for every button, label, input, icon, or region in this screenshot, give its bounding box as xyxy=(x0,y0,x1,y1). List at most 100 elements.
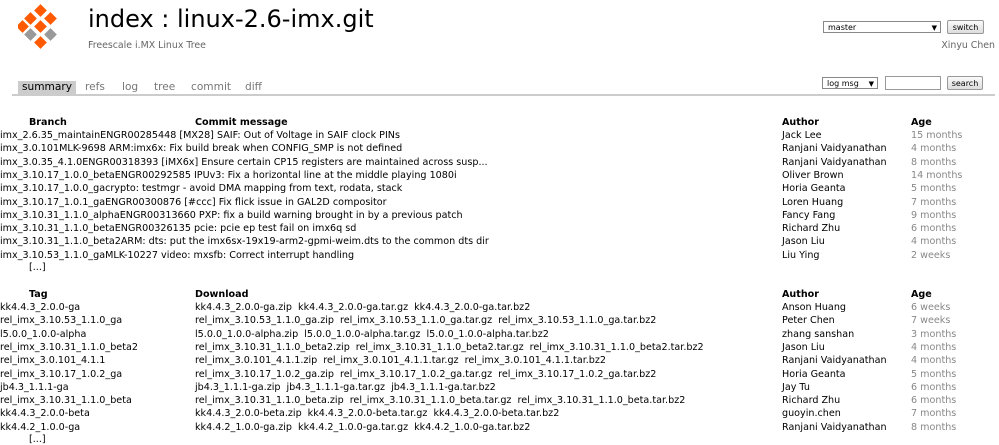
download-link[interactable]: jb4.3_1.1.1-ga.tar.bz2 xyxy=(391,382,496,393)
switch-button[interactable]: switch xyxy=(947,20,984,34)
tag-link[interactable]: rel_imx_3.10.17_1.0.2_ga xyxy=(0,369,122,380)
download-link[interactable]: rel_imx_3.0.101_4.1.1.tar.gz xyxy=(323,355,458,366)
commit-message-link[interactable]: ENGR00326135 pcie: pcie ep test fail on … xyxy=(115,223,357,234)
branch-link[interactable]: imx_3.0.35_4.1.0 xyxy=(0,157,82,168)
download-link[interactable]: kk4.4.3_2.0.0-beta.tar.bz2 xyxy=(433,408,559,419)
download-link[interactable]: rel_imx_3.10.17_1.0.2_ga.tar.bz2 xyxy=(498,369,656,380)
author-name: Oliver Brown xyxy=(782,169,844,181)
tag-link[interactable]: kk4.4.3_2.0.0-beta xyxy=(0,408,90,419)
branch-select[interactable]: master ▼ xyxy=(823,21,941,33)
search-input[interactable] xyxy=(885,76,941,90)
download-links: l5.0.0_1.0.0-alpha.zip l5.0.0_1.0.0-alpha… xyxy=(195,328,555,341)
table-row: imx_3.10.31_1.1.0_beta2ARM: dts: put the… xyxy=(0,235,999,248)
download-link[interactable]: kk4.4.3_2.0.0-beta.zip xyxy=(195,408,302,419)
download-link[interactable]: rel_imx_3.10.31_1.1.0_beta.tar.bz2 xyxy=(517,395,685,406)
download-link[interactable]: rel_imx_3.0.101_4.1.1.zip xyxy=(195,355,317,366)
branch-table-header: Branch Commit message Author Age xyxy=(0,116,999,129)
tag-link[interactable]: rel_imx_3.10.53_1.1.0_ga xyxy=(0,315,122,326)
table-row: rel_imx_3.0.101_4.1.1 rel_imx_3.0.101_4.1… xyxy=(0,354,999,367)
tab-refs[interactable]: refs xyxy=(81,81,109,94)
download-link[interactable]: l5.0.0_1.0.0-alpha.zip xyxy=(195,329,298,340)
download-link[interactable]: kk4.4.3_2.0.0-ga.zip xyxy=(195,302,292,313)
commit-message-link[interactable]: MLK-9698 ARM:imx6x: Fix build break when… xyxy=(59,143,402,154)
branches-more-link[interactable]: [...] xyxy=(29,262,46,273)
tab-tree[interactable]: tree xyxy=(150,81,179,94)
download-link[interactable]: rel_imx_3.10.31_1.1.0_beta.zip xyxy=(195,395,344,406)
tag-link[interactable]: kk4.4.3_2.0.0-ga xyxy=(0,302,80,313)
download-link[interactable]: rel_imx_3.10.17_1.0.2_ga.zip xyxy=(195,369,334,380)
download-link[interactable]: kk4.4.2_1.0.0-ga.tar.gz xyxy=(298,422,408,433)
download-link[interactable]: rel_imx_3.10.31_1.1.0_beta2.zip xyxy=(195,342,350,353)
download-link[interactable]: l5.0.0_1.0.0-alpha.tar.gz xyxy=(304,329,420,340)
search-mode-select[interactable]: log msg ▼ xyxy=(822,77,878,89)
download-link[interactable]: kk4.4.2_1.0.0-ga.zip xyxy=(195,422,292,433)
age-value: 9 months xyxy=(911,209,957,221)
tag-link[interactable]: jb4.3_1.1.1-ga xyxy=(0,382,69,393)
tag-link[interactable]: l5.0.0_1.0.0-alpha xyxy=(0,329,86,340)
download-link[interactable]: rel_imx_3.10.31_1.1.0_beta.tar.gz xyxy=(350,395,512,406)
download-link[interactable]: rel_imx_3.10.53_1.1.0_ga.tar.bz2 xyxy=(498,315,656,326)
tab-diff[interactable]: diff xyxy=(241,81,266,94)
commit-message-link[interactable]: ARM: dts: put the imx6sx-19x19-arm2-gpmi… xyxy=(121,236,489,247)
branch-link[interactable]: imx_3.10.17_1.0.0_ga xyxy=(0,183,105,194)
branch-link[interactable]: imx_3.10.31_1.1.0_beta2 xyxy=(0,236,121,247)
branch-link[interactable]: imx_3.0.101 xyxy=(0,143,59,154)
table-row: kk4.4.3_2.0.0-ga kk4.4.3_2.0.0-ga.zip kk4.… xyxy=(0,301,999,314)
download-link[interactable]: kk4.4.3_2.0.0-ga.tar.gz xyxy=(298,302,408,313)
branch-link[interactable]: imx_3.10.17_1.0.0_beta xyxy=(0,170,115,181)
download-link[interactable]: jb4.3_1.1.1-ga.zip xyxy=(195,382,281,393)
branch-link[interactable]: imx_3.10.31_1.1.0_beta xyxy=(0,223,115,234)
download-link[interactable]: rel_imx_3.10.17_1.0.2_ga.tar.gz xyxy=(340,369,492,380)
author-name: Peter Chen xyxy=(782,315,835,327)
commit-message-link[interactable]: ENGR00313660 PXP: fix a build warning br… xyxy=(120,210,463,221)
branch-link[interactable]: imx_3.10.17_1.0.1_ga xyxy=(0,197,105,208)
table-row: imx_3.10.53_1.1.0_gaMLK-10227 video: mxs… xyxy=(0,249,999,262)
download-link[interactable]: rel_imx_3.10.53_1.1.0_ga.tar.gz xyxy=(340,315,492,326)
tag-link[interactable]: rel_imx_3.0.101_4.1.1 xyxy=(0,355,105,366)
commit-message-link[interactable]: ENGR00285448 [MX28] SAIF: Out of Voltage… xyxy=(100,130,400,141)
download-link[interactable]: rel_imx_3.0.101_4.1.1.tar.bz2 xyxy=(465,355,606,366)
branch-link[interactable]: imx_3.10.31_1.1.0_alpha xyxy=(0,210,120,221)
author-name: Ranjani Vaidyanathan xyxy=(782,421,887,433)
age-value: 4 months xyxy=(911,341,957,353)
table-row: jb4.3_1.1.1-ga jb4.3_1.1.1-ga.zip jb4.3_1.… xyxy=(0,381,999,394)
age-value: 7 months xyxy=(911,196,957,208)
commit-message-link[interactable]: MLK-10227 video: mxsfb: Correct interrup… xyxy=(105,250,354,261)
search-mode-value: log msg xyxy=(827,79,859,88)
tab-summary[interactable]: summary xyxy=(18,81,76,94)
tag-link[interactable]: rel_imx_3.10.31_1.1.0_beta xyxy=(0,395,132,406)
commit-message-link[interactable]: ENGR00292585 IPUv3: Fix a horizontal lin… xyxy=(115,170,457,181)
tags-more-link[interactable]: [...] xyxy=(29,434,46,445)
download-links: rel_imx_3.10.53_1.1.0_ga.zip rel_imx_3.10… xyxy=(195,314,662,327)
download-link[interactable]: rel_imx_3.10.31_1.1.0_beta2.tar.bz2 xyxy=(530,342,704,353)
branch-link[interactable]: imx_2.6.35_maintain xyxy=(0,130,100,141)
download-link[interactable]: kk4.4.3_2.0.0-ga.tar.bz2 xyxy=(414,302,530,313)
branch-link[interactable]: imx_3.10.53_1.1.0_ga xyxy=(0,250,105,261)
commit-message-link[interactable]: ENGR00318393 [iMX6x] Ensure certain CP15… xyxy=(82,157,487,168)
download-links: rel_imx_3.10.17_1.0.2_ga.zip rel_imx_3.10… xyxy=(195,368,662,381)
commit-message-link[interactable]: crypto: testmgr - avoid DMA mapping from… xyxy=(105,183,402,194)
author-name: Fancy Fang xyxy=(782,209,836,221)
download-link[interactable]: l5.0.0_1.0.0-alpha.tar.bz2 xyxy=(426,329,548,340)
download-link[interactable]: jb4.3_1.1.1-ga.tar.gz xyxy=(287,382,386,393)
age-value: 8 months xyxy=(911,156,957,168)
download-link[interactable]: rel_imx_3.10.53_1.1.0_ga.zip xyxy=(195,315,334,326)
repo-owner: Xinyu Chen xyxy=(941,40,995,51)
author-column-header: Author xyxy=(782,289,819,300)
freescale-logo-icon[interactable] xyxy=(18,4,66,52)
search-button[interactable]: search xyxy=(947,76,983,90)
age-value: 4 months xyxy=(911,355,957,367)
author-name: Ranjani Vaidyanathan xyxy=(782,143,887,155)
commit-message-link[interactable]: ENGR00300876 [#ccc] Fix flick issue in G… xyxy=(105,197,386,208)
download-link[interactable]: kk4.4.2_1.0.0-ga.tar.bz2 xyxy=(414,422,530,433)
tab-log[interactable]: log xyxy=(118,81,142,94)
download-link[interactable]: kk4.4.3_2.0.0-beta.tar.gz xyxy=(308,408,428,419)
author-name: Jay Tu xyxy=(782,381,810,393)
author-name: Liu Ying xyxy=(782,249,820,261)
download-link[interactable]: rel_imx_3.10.31_1.1.0_beta2.tar.gz xyxy=(356,342,524,353)
tag-link[interactable]: kk4.4.2_1.0.0-ga xyxy=(0,422,80,433)
age-value: 14 months xyxy=(911,169,963,181)
author-column-header: Author xyxy=(782,117,819,128)
tag-link[interactable]: rel_imx_3.10.31_1.1.0_beta2 xyxy=(0,342,138,353)
tab-commit[interactable]: commit xyxy=(187,81,235,94)
